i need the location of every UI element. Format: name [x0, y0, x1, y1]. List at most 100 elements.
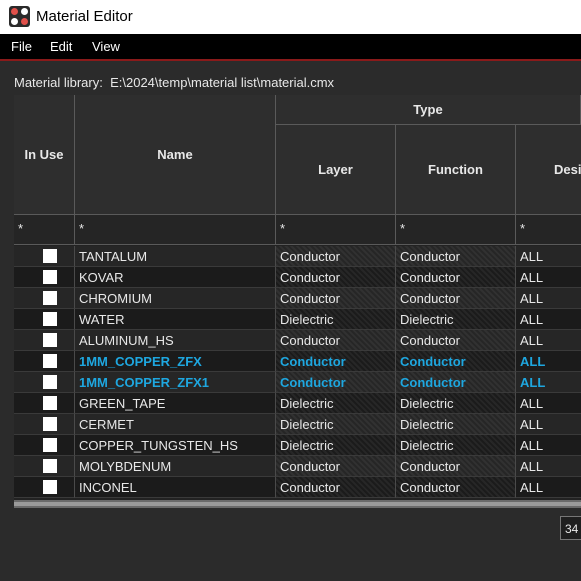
title-bar: Material Editor: [0, 0, 581, 34]
filter-layer[interactable]: *: [276, 215, 396, 245]
table-row[interactable]: GREEN_TAPE Dielectric Dielectric ALL: [14, 393, 581, 414]
in-use-checkbox[interactable]: [43, 438, 57, 452]
function-cell[interactable]: Dielectric: [396, 393, 516, 414]
function-cell[interactable]: Conductor: [396, 372, 516, 393]
in-use-checkbox[interactable]: [43, 417, 57, 431]
function-cell[interactable]: Dielectric: [396, 414, 516, 435]
table-row[interactable]: 1MM_COPPER_ZFX Conductor Conductor ALL: [14, 351, 581, 372]
design-cell[interactable]: ALL: [516, 351, 581, 372]
in-use-checkbox[interactable]: [43, 480, 57, 494]
table-row[interactable]: CHROMIUM Conductor Conductor ALL: [14, 288, 581, 309]
menu-file[interactable]: File: [11, 39, 32, 54]
filter-design[interactable]: *: [516, 215, 581, 245]
design-cell[interactable]: ALL: [516, 435, 581, 456]
in-use-checkbox[interactable]: [43, 333, 57, 347]
table-row[interactable]: 1MM_COPPER_ZFX1 Conductor Conductor ALL: [14, 372, 581, 393]
function-cell[interactable]: Conductor: [396, 456, 516, 477]
in-use-checkbox[interactable]: [43, 459, 57, 473]
design-cell[interactable]: ALL: [516, 393, 581, 414]
layer-cell[interactable]: Dielectric: [276, 309, 396, 330]
in-use-cell: [14, 267, 75, 288]
name-cell[interactable]: KOVAR: [75, 267, 276, 288]
filter-function[interactable]: *: [396, 215, 516, 245]
design-cell[interactable]: ALL: [516, 309, 581, 330]
table-row[interactable]: WATER Dielectric Dielectric ALL: [14, 309, 581, 330]
function-cell[interactable]: Conductor: [396, 288, 516, 309]
table-row[interactable]: CERMET Dielectric Dielectric ALL: [14, 414, 581, 435]
header-type-group: Type: [276, 95, 581, 125]
design-cell[interactable]: ALL: [516, 456, 581, 477]
in-use-checkbox[interactable]: [43, 312, 57, 326]
in-use-checkbox[interactable]: [43, 291, 57, 305]
function-cell[interactable]: Conductor: [396, 477, 516, 498]
layer-cell[interactable]: Dielectric: [276, 393, 396, 414]
function-cell[interactable]: Conductor: [396, 267, 516, 288]
in-use-cell: [14, 330, 75, 351]
in-use-checkbox[interactable]: [43, 375, 57, 389]
design-cell[interactable]: ALL: [516, 414, 581, 435]
name-cell[interactable]: MOLYBDENUM: [75, 456, 276, 477]
table-row[interactable]: INCONEL Conductor Conductor ALL: [14, 477, 581, 498]
function-cell[interactable]: Dielectric: [396, 435, 516, 456]
table-row[interactable]: COPPER_TUNGSTEN_HS Dielectric Dielectric AL…: [14, 435, 581, 456]
design-cell[interactable]: ALL: [516, 288, 581, 309]
filter-in-use[interactable]: *: [14, 215, 75, 245]
layer-cell[interactable]: Conductor: [276, 330, 396, 351]
in-use-cell: [14, 477, 75, 498]
filter-name[interactable]: *: [75, 215, 276, 245]
header-layer[interactable]: Layer: [276, 125, 396, 215]
table-row[interactable]: MOLYBDENUM Conductor Conductor ALL: [14, 456, 581, 477]
function-cell[interactable]: Dielectric: [396, 309, 516, 330]
design-cell[interactable]: ALL: [516, 372, 581, 393]
name-cell[interactable]: ALUMINUM_HS: [75, 330, 276, 351]
name-cell[interactable]: CHROMIUM: [75, 288, 276, 309]
layer-cell[interactable]: Conductor: [276, 246, 396, 267]
in-use-cell: [14, 288, 75, 309]
layer-cell[interactable]: Dielectric: [276, 435, 396, 456]
in-use-checkbox[interactable]: [43, 396, 57, 410]
scrollbar-thumb[interactable]: [14, 502, 581, 506]
menu-view[interactable]: View: [92, 39, 120, 54]
count-field[interactable]: 34: [560, 516, 581, 540]
function-cell[interactable]: Conductor: [396, 351, 516, 372]
name-cell[interactable]: WATER: [75, 309, 276, 330]
in-use-cell: [14, 435, 75, 456]
in-use-checkbox[interactable]: [43, 270, 57, 284]
materials-table: In Use Name Type Layer Function Desi * *…: [14, 95, 581, 505]
layer-cell[interactable]: Conductor: [276, 372, 396, 393]
library-path: E:\2024\temp\material list\material.cmx: [110, 75, 335, 90]
menu-bar: File Edit View: [0, 34, 581, 61]
table-row[interactable]: KOVAR Conductor Conductor ALL: [14, 267, 581, 288]
layer-cell[interactable]: Dielectric: [276, 414, 396, 435]
function-cell[interactable]: Conductor: [396, 246, 516, 267]
name-cell[interactable]: TANTALUM: [75, 246, 276, 267]
layer-cell[interactable]: Conductor: [276, 456, 396, 477]
horizontal-scrollbar[interactable]: [14, 500, 581, 508]
header-name[interactable]: Name: [75, 95, 276, 215]
layer-cell[interactable]: Conductor: [276, 267, 396, 288]
in-use-checkbox[interactable]: [43, 354, 57, 368]
in-use-cell: [14, 372, 75, 393]
header-in-use[interactable]: In Use: [14, 95, 75, 215]
in-use-cell: [14, 393, 75, 414]
menu-edit[interactable]: Edit: [50, 39, 72, 54]
header-design[interactable]: Desi: [516, 125, 581, 215]
function-cell[interactable]: Conductor: [396, 330, 516, 351]
design-cell[interactable]: ALL: [516, 330, 581, 351]
design-cell[interactable]: ALL: [516, 246, 581, 267]
name-cell[interactable]: 1MM_COPPER_ZFX1: [75, 372, 276, 393]
name-cell[interactable]: INCONEL: [75, 477, 276, 498]
design-cell[interactable]: ALL: [516, 267, 581, 288]
name-cell[interactable]: COPPER_TUNGSTEN_HS: [75, 435, 276, 456]
table-row[interactable]: ALUMINUM_HS Conductor Conductor ALL: [14, 330, 581, 351]
name-cell[interactable]: 1MM_COPPER_ZFX: [75, 351, 276, 372]
in-use-checkbox[interactable]: [43, 249, 57, 263]
layer-cell[interactable]: Conductor: [276, 288, 396, 309]
layer-cell[interactable]: Conductor: [276, 351, 396, 372]
name-cell[interactable]: GREEN_TAPE: [75, 393, 276, 414]
layer-cell[interactable]: Conductor: [276, 477, 396, 498]
design-cell[interactable]: ALL: [516, 477, 581, 498]
name-cell[interactable]: CERMET: [75, 414, 276, 435]
header-function[interactable]: Function: [396, 125, 516, 215]
table-row[interactable]: TANTALUM Conductor Conductor ALL: [14, 246, 581, 267]
